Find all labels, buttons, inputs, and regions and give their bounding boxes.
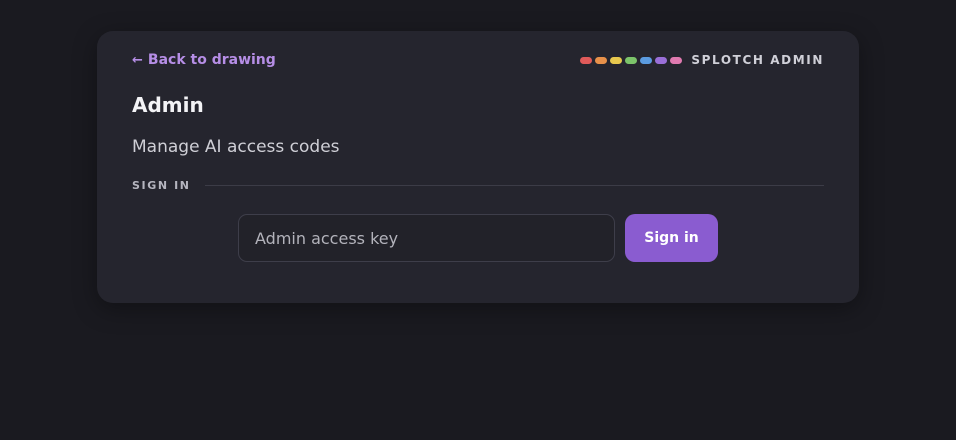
page-title: Admin bbox=[132, 93, 204, 117]
arrow-left-icon: ← bbox=[132, 52, 143, 68]
brand-color-dots bbox=[580, 56, 683, 64]
brand-dot-red bbox=[580, 56, 593, 64]
brand-dot-yellow bbox=[610, 56, 623, 64]
sign-in-button[interactable]: Sign in bbox=[625, 214, 718, 262]
admin-card: ← Back to drawing SPLOTCH ADMIN Admin Ma… bbox=[97, 31, 859, 303]
admin-access-key-input[interactable] bbox=[238, 214, 615, 262]
brand-dot-orange bbox=[595, 56, 608, 64]
page-subtitle: Manage AI access codes bbox=[132, 137, 340, 157]
brand-dot-blue bbox=[640, 56, 653, 64]
section-divider bbox=[204, 185, 824, 186]
section-label: SIGN IN bbox=[132, 179, 191, 192]
brand-label: SPLOTCH ADMIN bbox=[691, 53, 824, 67]
brand: SPLOTCH ADMIN bbox=[580, 53, 824, 67]
brand-dot-pink bbox=[670, 56, 683, 64]
brand-dot-green bbox=[625, 56, 638, 64]
back-to-drawing-link[interactable]: ← Back to drawing bbox=[132, 52, 276, 68]
sign-in-section-header: SIGN IN bbox=[132, 179, 824, 192]
back-link-label: Back to drawing bbox=[147, 52, 276, 68]
brand-dot-purple bbox=[655, 56, 668, 64]
